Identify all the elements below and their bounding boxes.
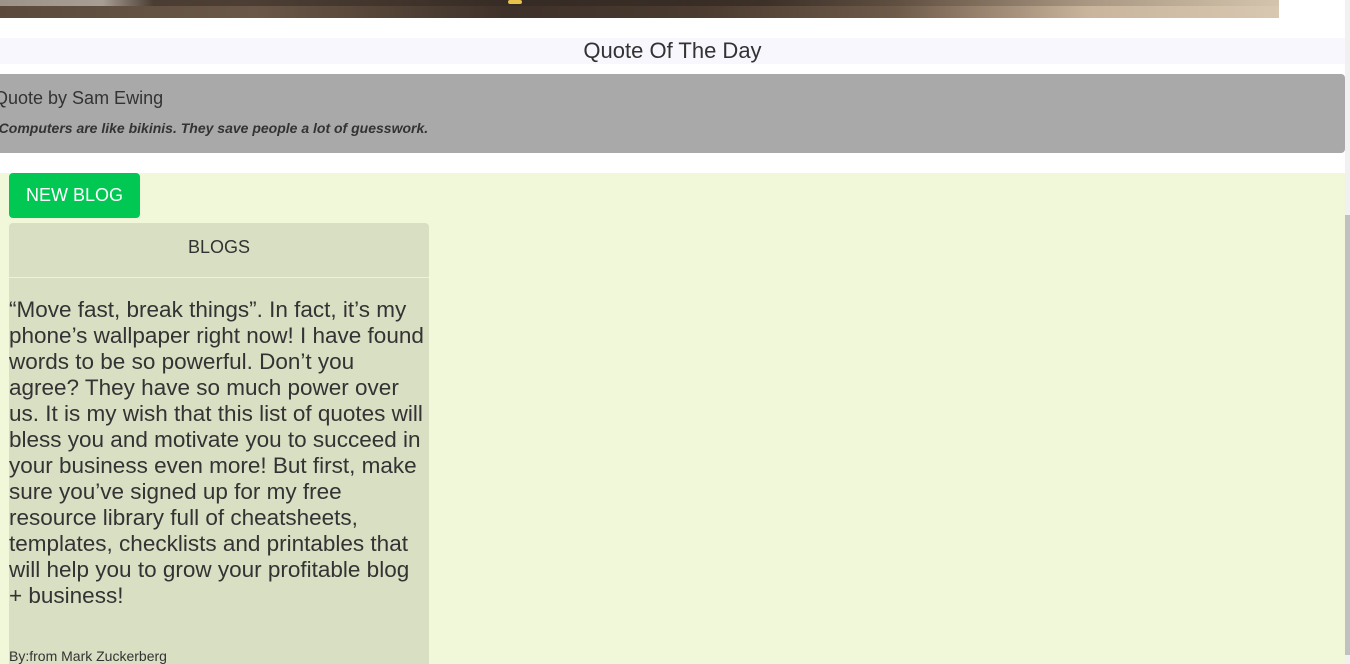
scrollbar-thumb[interactable]	[1345, 215, 1350, 655]
quote-author: Quote by Sam Ewing	[0, 88, 164, 108]
hero-image	[0, 0, 1279, 18]
blogs-header: BLOGS	[9, 223, 429, 278]
blog-area: NEW BLOG BLOGS “Move fast, break things”…	[0, 173, 1345, 664]
new-blog-button[interactable]: NEW BLOG	[9, 173, 140, 218]
blog-post-author: By:from Mark Zuckerberg	[9, 648, 167, 664]
blogs-panel: BLOGS “Move fast, break things”. In fact…	[9, 223, 429, 664]
quote-card: Quote by Sam Ewing -Computers are like b…	[0, 74, 1345, 153]
quote-of-the-day-title: Quote Of The Day	[0, 38, 1345, 64]
page: Quote Of The Day Quote by Sam Ewing -Com…	[0, 0, 1350, 664]
blog-post-body: “Move fast, break things”. In fact, it’s…	[9, 297, 424, 608]
page-scrollbar[interactable]	[1345, 0, 1350, 664]
quote-text: -Computers are like bikinis. They save p…	[0, 120, 429, 136]
